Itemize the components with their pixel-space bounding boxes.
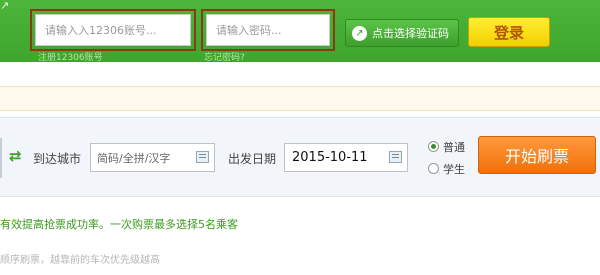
ticket-type-student-radio[interactable]	[428, 163, 439, 174]
to-city-input[interactable]: 简码/全拼/汉字	[90, 143, 215, 172]
city-list-icon[interactable]	[196, 151, 209, 163]
captcha-button-label: 点击选择验证码	[372, 27, 449, 40]
password-field-frame: 请输入密码...	[201, 9, 335, 51]
departure-date-label: 出发日期	[228, 152, 277, 166]
forgot-password-link[interactable]: 忘记密码?	[204, 50, 245, 63]
to-city-placeholder: 简码/全拼/汉字	[97, 152, 171, 165]
query-panel: ⇄ 到达城市 简码/全拼/汉字 出发日期 2015-10-11 普通 学生 开始…	[0, 117, 600, 197]
username-input[interactable]: 请输入入12306账号...	[35, 14, 191, 46]
calendar-icon[interactable]	[389, 151, 402, 163]
username-field-frame: 请输入入12306账号...	[30, 9, 196, 51]
register-link[interactable]: 注册12306账号	[38, 50, 103, 63]
train-priority-note: 顺序刷票，越靠前的车次优先级越高	[0, 255, 160, 266]
login-button[interactable]: 登录	[468, 17, 550, 47]
cursor-icon: ↗	[352, 25, 367, 41]
ticket-type-student-label[interactable]: 学生	[443, 161, 465, 177]
password-input[interactable]: 请输入密码...	[206, 14, 330, 46]
login-header: ↗ 请输入入12306账号... 请输入密码... 注册12306账号 忘记密码…	[0, 0, 600, 63]
passenger-limit-note: 有效提高抢票成功率。一次购票最多选择5名乘客	[0, 218, 238, 231]
departure-date-value: 2015-10-11	[292, 150, 368, 165]
ticket-type-adult-radio[interactable]	[428, 141, 439, 152]
to-city-label: 到达城市	[33, 152, 82, 166]
departure-date-input[interactable]: 2015-10-11	[284, 143, 408, 172]
captcha-button[interactable]: ↗ 点击选择验证码	[345, 19, 459, 47]
panel-edge	[0, 138, 2, 178]
notice-strip	[0, 86, 600, 111]
swap-icon[interactable]: ⇄	[9, 148, 22, 164]
start-refresh-button[interactable]: 开始刷票	[478, 136, 596, 174]
corner-arrow-icon: ↗	[0, 0, 10, 12]
ticket-type-adult-label[interactable]: 普通	[443, 139, 465, 155]
